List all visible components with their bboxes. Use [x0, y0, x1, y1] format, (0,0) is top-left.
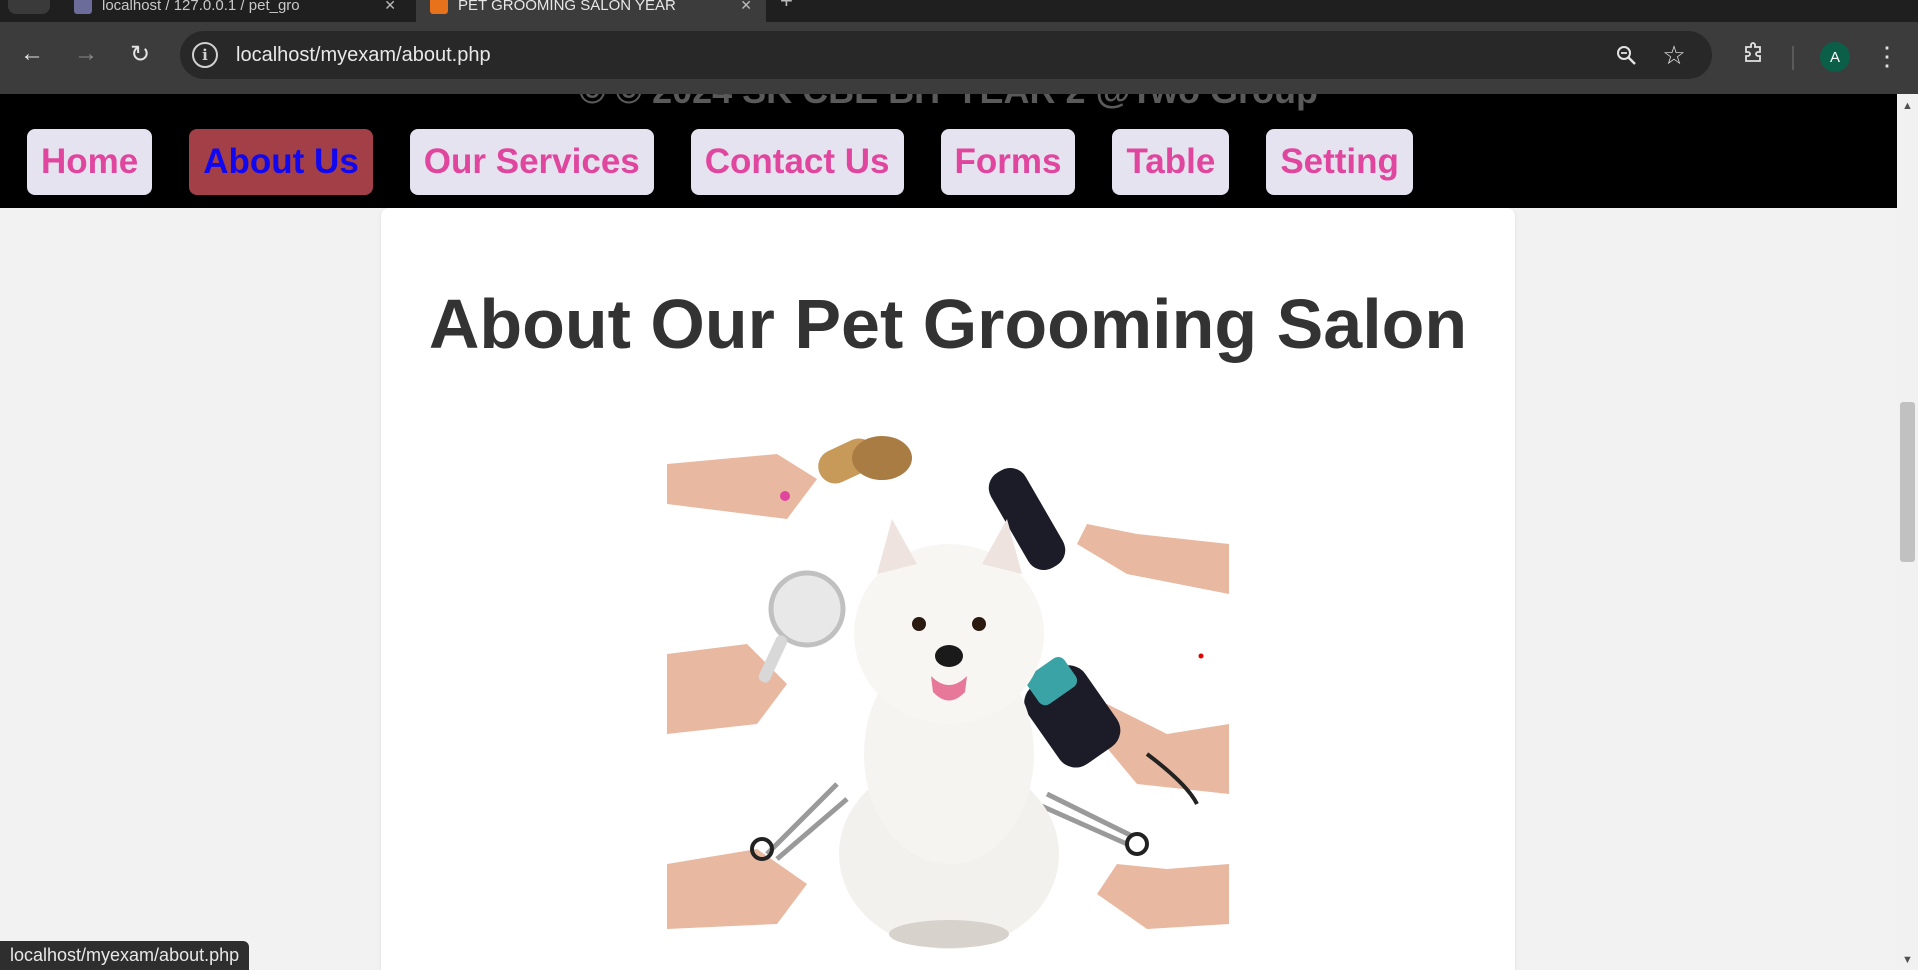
zoom-icon[interactable] [1610, 39, 1642, 71]
toolbar-separator [1792, 46, 1794, 70]
about-card: About Our Pet Grooming Salon [381, 208, 1515, 970]
phpmyadmin-favicon-icon [74, 0, 92, 14]
tab-strip: localhost / 127.0.0.1 / pet_gro ✕ PET GR… [0, 0, 1918, 22]
nav-forms[interactable]: Forms [940, 129, 1076, 195]
hand-clipper-icon [1024, 657, 1229, 805]
main-nav: Home About Us Our Services Contact Us Fo… [27, 129, 1413, 195]
close-icon[interactable]: ✕ [740, 0, 752, 14]
page-scrollbar[interactable]: ▲ ▼ [1897, 94, 1918, 970]
nav-home[interactable]: Home [27, 129, 153, 195]
scroll-thumb[interactable] [1900, 402, 1915, 562]
browser-tab-active[interactable]: PET GROOMING SALON YEAR ✕ [416, 0, 766, 22]
site-favicon-icon [430, 0, 448, 14]
star-icon[interactable]: ☆ [1658, 39, 1690, 71]
hand-brush-icon [667, 436, 912, 519]
address-bar[interactable]: i localhost/myexam/about.php ☆ [180, 31, 1712, 79]
pet-grooming-image [667, 424, 1229, 950]
info-icon[interactable]: i [192, 42, 218, 68]
hand-mirror-icon [667, 570, 846, 734]
nav-about-us[interactable]: About Us [189, 129, 373, 195]
tab-title: localhost / 127.0.0.1 / pet_gro [102, 0, 300, 14]
page-title: About Our Pet Grooming Salon [428, 285, 1468, 363]
close-icon[interactable]: ✕ [384, 0, 396, 14]
tab-search-button[interactable] [8, 0, 50, 14]
url-text[interactable]: localhost/myexam/about.php [236, 44, 491, 67]
browser-tab[interactable]: localhost / 127.0.0.1 / pet_gro ✕ [60, 0, 410, 22]
browser-toolbar: ← → ↻ i localhost/myexam/about.php ☆ A ⋮ [0, 22, 1918, 94]
kebab-menu-icon[interactable]: ⋮ [1872, 38, 1902, 74]
nav-table[interactable]: Table [1112, 129, 1230, 195]
nav-contact-us[interactable]: Contact Us [690, 129, 904, 195]
arrow-right-icon[interactable]: → [68, 36, 104, 72]
arrow-left-icon[interactable]: ← [14, 36, 50, 72]
nav-our-services[interactable]: Our Services [409, 129, 654, 195]
new-tab-icon[interactable]: + [780, 0, 793, 14]
red-dot [1198, 653, 1204, 659]
profile-avatar[interactable]: A [1820, 42, 1850, 72]
hand-scissors-left-icon [667, 782, 849, 929]
site-header: © © 2024 SK CBE BIT YEAR 2 @Two Group Ho… [0, 94, 1897, 208]
westie-dog-icon [839, 519, 1059, 949]
copyright-text: © © 2024 SK CBE BIT YEAR 2 @Two Group [0, 94, 1897, 112]
scroll-up-icon[interactable]: ▲ [1902, 100, 1913, 112]
reload-icon[interactable]: ↻ [122, 36, 158, 72]
hand-scissors-right-icon [1035, 791, 1229, 929]
link-status-bubble: localhost/myexam/about.php [0, 941, 250, 970]
tab-title: PET GROOMING SALON YEAR [458, 0, 676, 14]
page-viewport: © © 2024 SK CBE BIT YEAR 2 @Two Group Ho… [0, 94, 1897, 970]
scroll-down-icon[interactable]: ▼ [1902, 954, 1913, 966]
nav-setting[interactable]: Setting [1266, 129, 1413, 195]
puzzle-icon[interactable] [1738, 36, 1770, 68]
